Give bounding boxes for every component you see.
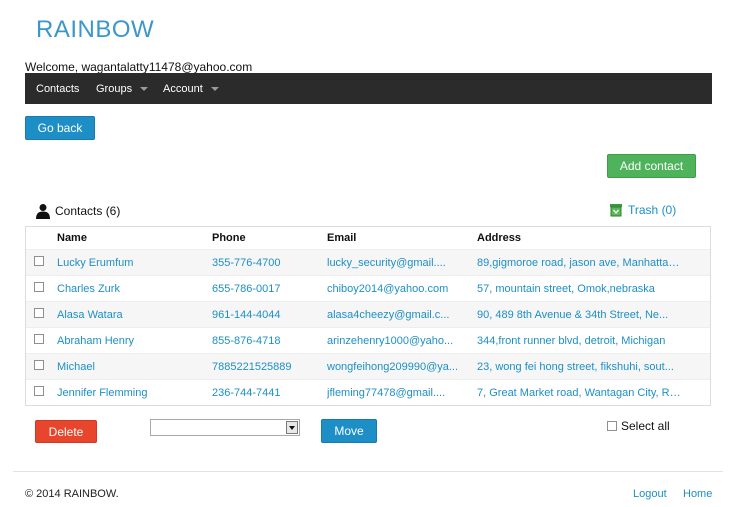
home-link[interactable]: Home [683, 488, 712, 500]
move-to-group-select[interactable] [150, 419, 300, 436]
column-header-name: Name [57, 232, 87, 244]
contact-name[interactable]: Jennifer Flemming [57, 387, 212, 399]
contact-email[interactable]: lucky_security@gmail.... [327, 257, 477, 269]
table-row: Charles Zurk 655-786-0017 chiboy2014@yah… [26, 275, 710, 301]
trash-icon [610, 204, 622, 217]
table-row: Abraham Henry 855-876-4718 arinzehenry10… [26, 327, 710, 353]
contact-phone[interactable]: 236-744-7441 [212, 387, 327, 399]
table-header-row: Name Phone Email Address [26, 227, 710, 249]
contact-phone[interactable]: 961-144-4044 [212, 309, 327, 321]
contacts-table: Name Phone Email Address Lucky Erumfum 3… [25, 226, 711, 406]
footer-copyright: © 2014 RAINBOW. [25, 488, 119, 500]
nav-account-dropdown[interactable]: Account [163, 73, 219, 104]
logout-link[interactable]: Logout [633, 488, 667, 500]
nav-contacts-label: Contacts [36, 82, 80, 95]
contacts-count-label: Contacts (6) [55, 204, 121, 218]
move-button[interactable]: Move [321, 419, 377, 443]
dropdown-arrow-icon [286, 421, 298, 434]
contact-email[interactable]: jfleming77478@gmail.... [327, 387, 477, 399]
column-header-phone: Phone [212, 232, 246, 244]
column-header-email: Email [327, 232, 357, 244]
column-header-address: Address [477, 232, 522, 244]
select-all-checkbox[interactable] [607, 421, 617, 431]
contact-email[interactable]: chiboy2014@yahoo.com [327, 283, 477, 295]
row-checkbox[interactable] [34, 334, 44, 344]
chevron-down-icon [210, 87, 219, 91]
row-checkbox[interactable] [34, 386, 44, 396]
contacts-heading: Contacts (6) [35, 203, 120, 219]
contact-address[interactable]: 90, 489 8th Avenue & 34th Street, Ne... [477, 309, 682, 321]
contact-email[interactable]: arinzehenry1000@yaho... [327, 335, 477, 347]
select-all-control[interactable]: Select all [607, 419, 670, 433]
contact-phone[interactable]: 355-776-4700 [212, 257, 327, 269]
select-all-label: Select all [621, 419, 670, 433]
contact-address[interactable]: 7, Great Market road, Wantagan City, Rio… [477, 387, 682, 399]
row-checkbox[interactable] [34, 360, 44, 370]
contact-address[interactable]: 57, mountain street, Omok,nebraska [477, 283, 682, 295]
contact-address[interactable]: 344,front runner blvd, detroit, Michigan [477, 335, 682, 347]
contact-name[interactable]: Lucky Erumfum [57, 257, 212, 269]
table-row: Michael 7885221525889 wongfeihong209990@… [26, 353, 710, 379]
contact-name[interactable]: Alasa Watara [57, 309, 212, 321]
row-checkbox[interactable] [34, 282, 44, 292]
nav-groups-dropdown[interactable]: Groups [96, 73, 163, 104]
contact-address[interactable]: 89,gigmoroe road, jason ave, Manhattan .… [477, 257, 682, 269]
table-row: Alasa Watara 961-144-4044 alasa4cheezy@g… [26, 301, 710, 327]
nav-groups-label: Groups [96, 82, 133, 95]
contact-phone[interactable]: 7885221525889 [212, 361, 327, 373]
contact-phone[interactable]: 655-786-0017 [212, 283, 327, 295]
nav-contacts[interactable]: Contacts [25, 73, 96, 104]
contact-email[interactable]: wongfeihong209990@ya... [327, 361, 477, 373]
row-checkbox[interactable] [34, 308, 44, 318]
go-back-button[interactable]: Go back [25, 116, 95, 140]
trash-label: Trash (0) [628, 203, 677, 217]
table-row: Lucky Erumfum 355-776-4700 lucky_securit… [26, 249, 710, 275]
footer-divider [13, 471, 723, 472]
contact-name[interactable]: Charles Zurk [57, 283, 212, 295]
add-contact-button[interactable]: Add contact [607, 154, 696, 178]
welcome-message: Welcome, wagantalatty11478@yahoo.com [25, 60, 253, 74]
contact-name[interactable]: Michael [57, 361, 212, 373]
contact-address[interactable]: 23, wong fei hong street, fikshuhi, sout… [477, 361, 682, 373]
contact-email[interactable]: alasa4cheezy@gmail.c... [327, 309, 477, 321]
app-logo: RAINBOW [36, 16, 155, 43]
row-checkbox[interactable] [34, 256, 44, 266]
trash-link[interactable]: Trash (0) [609, 203, 676, 217]
contact-name[interactable]: Abraham Henry [57, 335, 212, 347]
chevron-down-icon [140, 87, 149, 91]
top-navbar: Contacts Groups Account [25, 73, 712, 104]
delete-button[interactable]: Delete [35, 420, 97, 443]
person-icon [36, 204, 50, 219]
table-row: Jennifer Flemming 236-744-7441 jfleming7… [26, 379, 710, 405]
nav-account-label: Account [163, 82, 203, 95]
contact-phone[interactable]: 855-876-4718 [212, 335, 327, 347]
